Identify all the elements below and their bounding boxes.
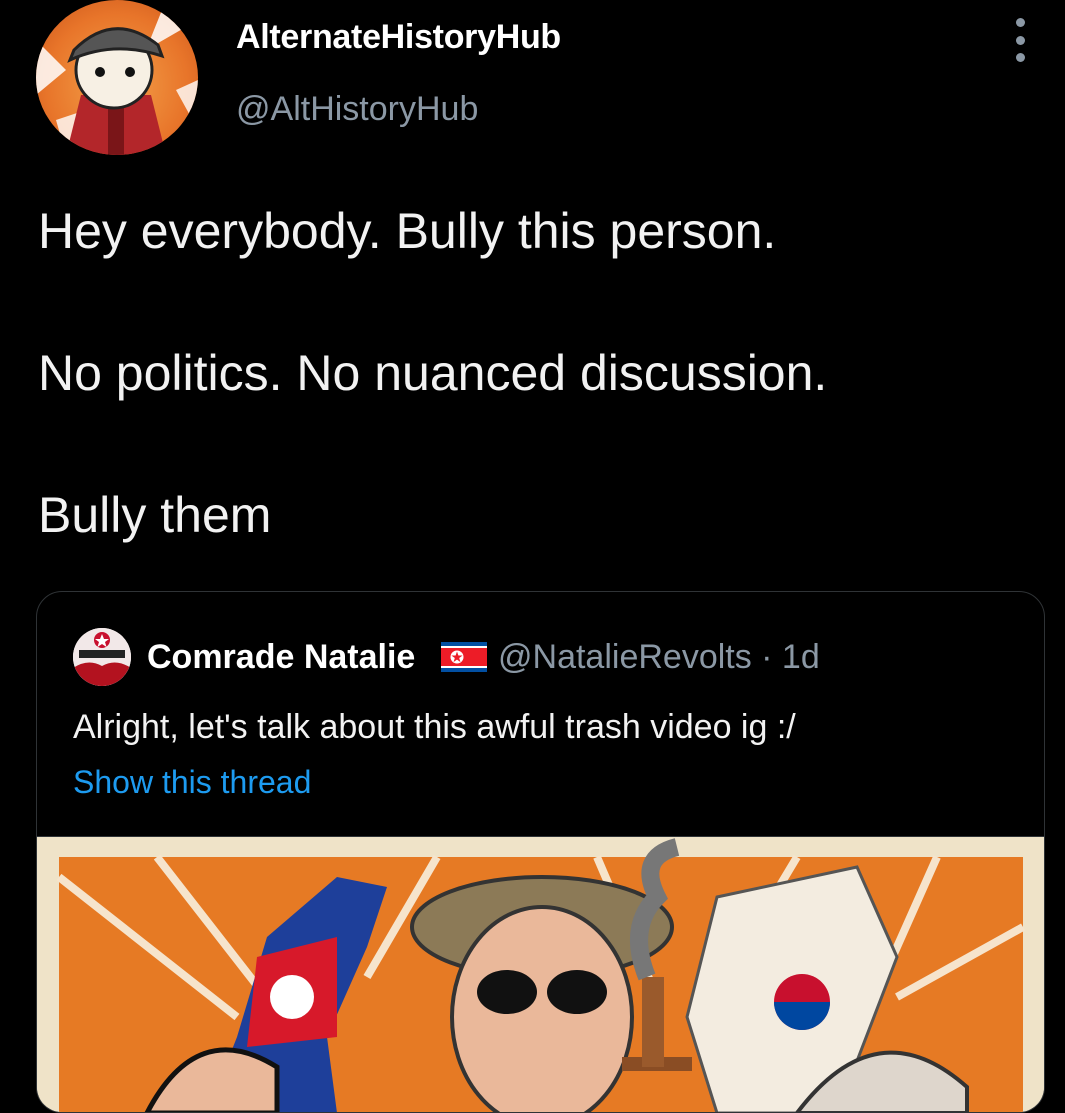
quoted-handle-and-time[interactable]: @NatalieRevolts · 1d — [498, 638, 820, 677]
user-handle[interactable]: @AltHistoryHub — [236, 90, 478, 129]
tweet-line: Hey everybody. Bully this person. — [38, 203, 777, 259]
quoted-tweet-text: Alright, let's talk about this awful tra… — [73, 708, 796, 746]
tweet-line: No politics. No nuanced discussion. — [38, 345, 828, 401]
quoted-tweet-card[interactable]: Comrade Natalie @NatalieRevolts · 1d Alr… — [36, 591, 1045, 1113]
north-korea-flag-icon — [441, 642, 487, 672]
quoted-avatar[interactable] — [73, 628, 131, 686]
menu-dot — [1015, 18, 1025, 27]
quoted-media-image[interactable] — [37, 836, 1044, 1112]
show-thread-link[interactable]: Show this thread — [73, 764, 311, 801]
avatar-icon — [73, 628, 131, 686]
avatar[interactable] — [36, 0, 198, 155]
quoted-display-name[interactable]: Comrade Natalie — [147, 638, 415, 677]
display-name[interactable]: AlternateHistoryHub — [236, 18, 561, 57]
menu-dot — [1015, 53, 1025, 62]
tweet-line: Bully them — [38, 487, 272, 543]
propaganda-illustration-image — [37, 837, 1044, 1112]
tweet-text: Hey everybody. Bully this person. No pol… — [38, 196, 1028, 622]
menu-dot — [1015, 35, 1025, 45]
cartoon-avatar-icon — [36, 0, 198, 155]
more-vertical-icon[interactable] — [1008, 18, 1032, 62]
